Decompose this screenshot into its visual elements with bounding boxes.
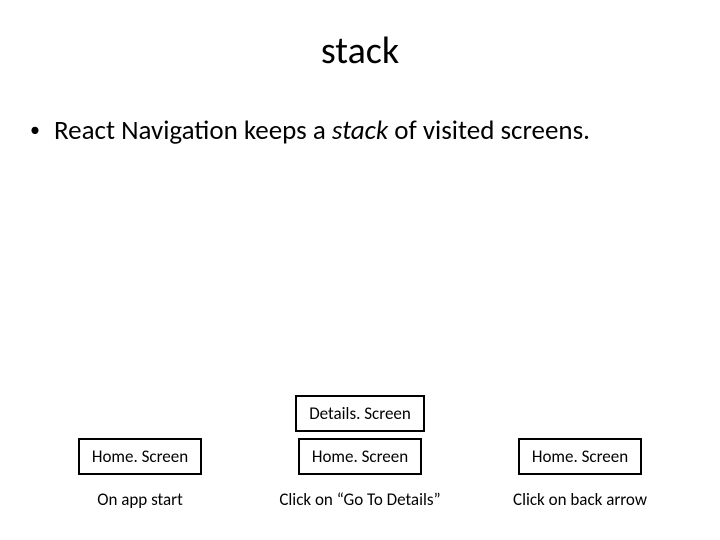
bullet-text: React Navigation keeps a stack of visite…: [54, 114, 590, 148]
bullet-dot: •: [30, 114, 54, 143]
screen-block: Home. Screen: [298, 438, 422, 475]
caption: Click on back arrow: [513, 489, 647, 510]
caption: Click on “Go To Details”: [279, 489, 440, 510]
diagram-column: Home. Screen On app start: [40, 438, 240, 510]
bullet-item: • React Navigation keeps a stack of visi…: [0, 94, 720, 148]
slide-title: stack: [0, 0, 720, 94]
stack-group: Home. Screen: [518, 438, 642, 475]
bullet-emph: stack: [332, 114, 388, 147]
stack-group: Details. Screen Home. Screen: [295, 395, 425, 475]
caption: On app start: [97, 489, 183, 510]
stack-diagram: Home. Screen On app start Details. Scree…: [0, 395, 720, 510]
screen-block: Home. Screen: [518, 438, 642, 475]
diagram-column: Home. Screen Click on back arrow: [480, 438, 680, 510]
bullet-suffix: of visited screens.: [388, 114, 590, 147]
diagram-column: Details. Screen Home. Screen Click on “G…: [260, 395, 460, 510]
stack-group: Home. Screen: [78, 438, 202, 475]
bullet-prefix: React Navigation keeps a: [54, 114, 332, 147]
screen-block: Home. Screen: [78, 438, 202, 475]
screen-block: Details. Screen: [295, 395, 425, 432]
